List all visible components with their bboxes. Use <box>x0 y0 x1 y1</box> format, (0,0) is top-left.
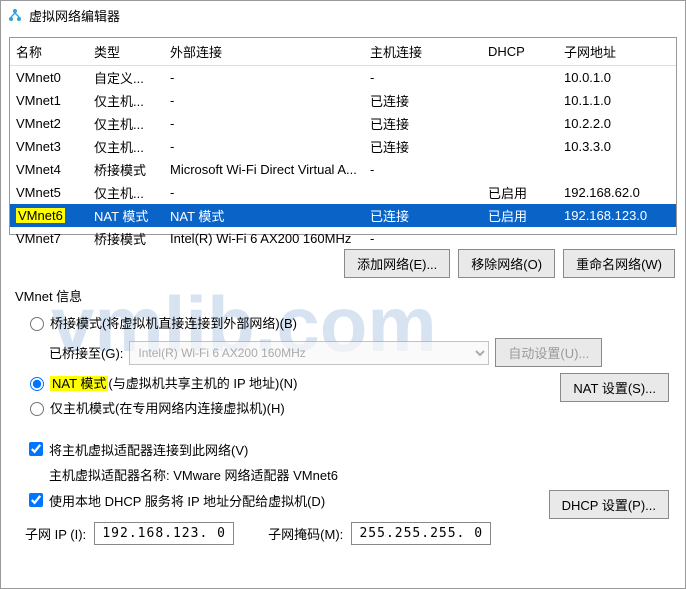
column-header[interactable]: 名称 <box>10 38 88 66</box>
column-header[interactable]: 外部连接 <box>164 38 364 66</box>
table-cell: NAT 模式 <box>164 204 364 227</box>
table-cell <box>558 158 676 181</box>
table-row[interactable]: VMnet6NAT 模式NAT 模式已连接已启用192.168.123.0 <box>10 204 676 227</box>
nat-label-hl: NAT 模式 <box>50 376 108 391</box>
column-header[interactable]: 主机连接 <box>364 38 482 66</box>
table-cell: 192.168.123.0 <box>558 204 676 227</box>
table-cell: VMnet0 <box>10 66 88 90</box>
table-row[interactable]: VMnet0自定义...--10.0.1.0 <box>10 66 676 90</box>
table-row[interactable]: VMnet4桥接模式Microsoft Wi-Fi Direct Virtual… <box>10 158 676 181</box>
rename-network-button[interactable]: 重命名网络(W) <box>563 249 675 278</box>
table-cell: 自定义... <box>88 66 164 90</box>
table-cell: - <box>364 158 482 181</box>
table-cell <box>558 227 676 250</box>
table-cell <box>482 158 558 181</box>
table-row[interactable]: VMnet5仅主机...- 已启用192.168.62.0 <box>10 181 676 204</box>
table-cell: Microsoft Wi-Fi Direct Virtual A... <box>164 158 364 181</box>
table-cell: 192.168.62.0 <box>558 181 676 204</box>
table-cell: 仅主机... <box>88 89 164 112</box>
table-cell: 已连接 <box>364 204 482 227</box>
connect-host-adapter-checkbox[interactable] <box>29 442 43 456</box>
table-cell: VMnet2 <box>10 112 88 135</box>
bridged-label: 桥接模式(将虚拟机直接连接到外部网络)(B) <box>50 313 297 332</box>
table-cell: VMnet5 <box>10 181 88 204</box>
table-cell: VMnet4 <box>10 158 88 181</box>
table-cell: 已连接 <box>364 112 482 135</box>
table-cell: - <box>164 135 364 158</box>
table-cell: 桥接模式 <box>88 158 164 181</box>
connect-host-adapter-option[interactable]: 将主机虚拟适配器连接到此网络(V) <box>25 439 677 459</box>
dhcp-checkbox[interactable] <box>29 493 43 507</box>
app-icon <box>7 7 23 23</box>
column-header[interactable]: 类型 <box>88 38 164 66</box>
table-cell: - <box>364 66 482 90</box>
dhcp-settings-button[interactable]: DHCP 设置(P)... <box>549 490 669 519</box>
hostonly-radio[interactable] <box>30 402 44 416</box>
table-cell: - <box>164 89 364 112</box>
table-cell: 已启用 <box>482 204 558 227</box>
bridged-mode-option[interactable]: 桥接模式(将虚拟机直接连接到外部网络)(B) <box>25 313 677 332</box>
subnet-mask-label: 子网掩码(M): <box>268 524 343 543</box>
table-cell <box>482 135 558 158</box>
table-cell <box>364 181 482 204</box>
table-cell: - <box>164 181 364 204</box>
table-cell: 10.1.1.0 <box>558 89 676 112</box>
nat-label-rest: (与虚拟机共享主机的 IP 地址)(N) <box>108 376 297 391</box>
table-cell: 10.3.3.0 <box>558 135 676 158</box>
table-cell <box>482 112 558 135</box>
window-title: 虚拟网络编辑器 <box>29 6 120 25</box>
table-row[interactable]: VMnet2仅主机...-已连接 10.2.2.0 <box>10 112 676 135</box>
column-header[interactable]: DHCP <box>482 38 558 66</box>
table-cell: - <box>164 112 364 135</box>
hostonly-label: 仅主机模式(在专用网络内连接虚拟机)(H) <box>50 398 285 417</box>
dhcp-label: 使用本地 DHCP 服务将 IP 地址分配给虚拟机(D) <box>49 491 325 510</box>
table-cell: 已连接 <box>364 89 482 112</box>
bridged-radio[interactable] <box>30 317 44 331</box>
table-cell: 10.0.1.0 <box>558 66 676 90</box>
remove-network-button[interactable]: 移除网络(O) <box>458 249 555 278</box>
table-row[interactable]: VMnet1仅主机...-已连接 10.1.1.0 <box>10 89 676 112</box>
subnet-ip-label: 子网 IP (I): <box>25 524 86 543</box>
table-cell: 已启用 <box>482 181 558 204</box>
bridged-to-label: 已桥接至(G): <box>49 343 123 362</box>
vmnet-info-label: VMnet 信息 <box>15 286 677 305</box>
connect-host-adapter-label: 将主机虚拟适配器连接到此网络(V) <box>49 440 248 459</box>
host-adapter-name-label: 主机虚拟适配器名称: VMware 网络适配器 VMnet6 <box>49 465 338 484</box>
titlebar: 虚拟网络编辑器 <box>1 1 685 29</box>
table-cell: - <box>164 66 364 90</box>
table-cell: 桥接模式 <box>88 227 164 250</box>
table-cell: VMnet7 <box>10 227 88 250</box>
table-cell: Intel(R) Wi-Fi 6 AX200 160MHz <box>164 227 364 250</box>
table-cell <box>482 227 558 250</box>
hostonly-mode-option[interactable]: 仅主机模式(在专用网络内连接虚拟机)(H) <box>25 398 677 417</box>
table-cell <box>482 89 558 112</box>
table-row[interactable]: VMnet3仅主机...-已连接 10.3.3.0 <box>10 135 676 158</box>
nat-radio[interactable] <box>30 377 44 391</box>
table-row[interactable]: VMnet7桥接模式Intel(R) Wi-Fi 6 AX200 160MHz- <box>10 227 676 250</box>
table-cell: 已连接 <box>364 135 482 158</box>
subnet-mask-input[interactable]: 255.255.255. 0 <box>351 522 491 545</box>
subnet-ip-input[interactable]: 192.168.123. 0 <box>94 522 234 545</box>
table-cell: 仅主机... <box>88 135 164 158</box>
network-table[interactable]: 名称类型外部连接主机连接DHCP子网地址 VMnet0自定义...--10.0.… <box>9 37 677 235</box>
add-network-button[interactable]: 添加网络(E)... <box>344 249 450 278</box>
table-cell: VMnet6 <box>10 204 88 227</box>
table-cell: - <box>364 227 482 250</box>
column-header[interactable]: 子网地址 <box>558 38 676 66</box>
table-cell: VMnet3 <box>10 135 88 158</box>
table-cell <box>482 66 558 90</box>
table-cell: VMnet1 <box>10 89 88 112</box>
table-cell: 10.2.2.0 <box>558 112 676 135</box>
auto-settings-button: 自动设置(U)... <box>495 338 602 367</box>
table-cell: 仅主机... <box>88 112 164 135</box>
table-cell: NAT 模式 <box>88 204 164 227</box>
table-cell: 仅主机... <box>88 181 164 204</box>
bridged-adapter-select: Intel(R) Wi-Fi 6 AX200 160MHz <box>129 341 489 365</box>
